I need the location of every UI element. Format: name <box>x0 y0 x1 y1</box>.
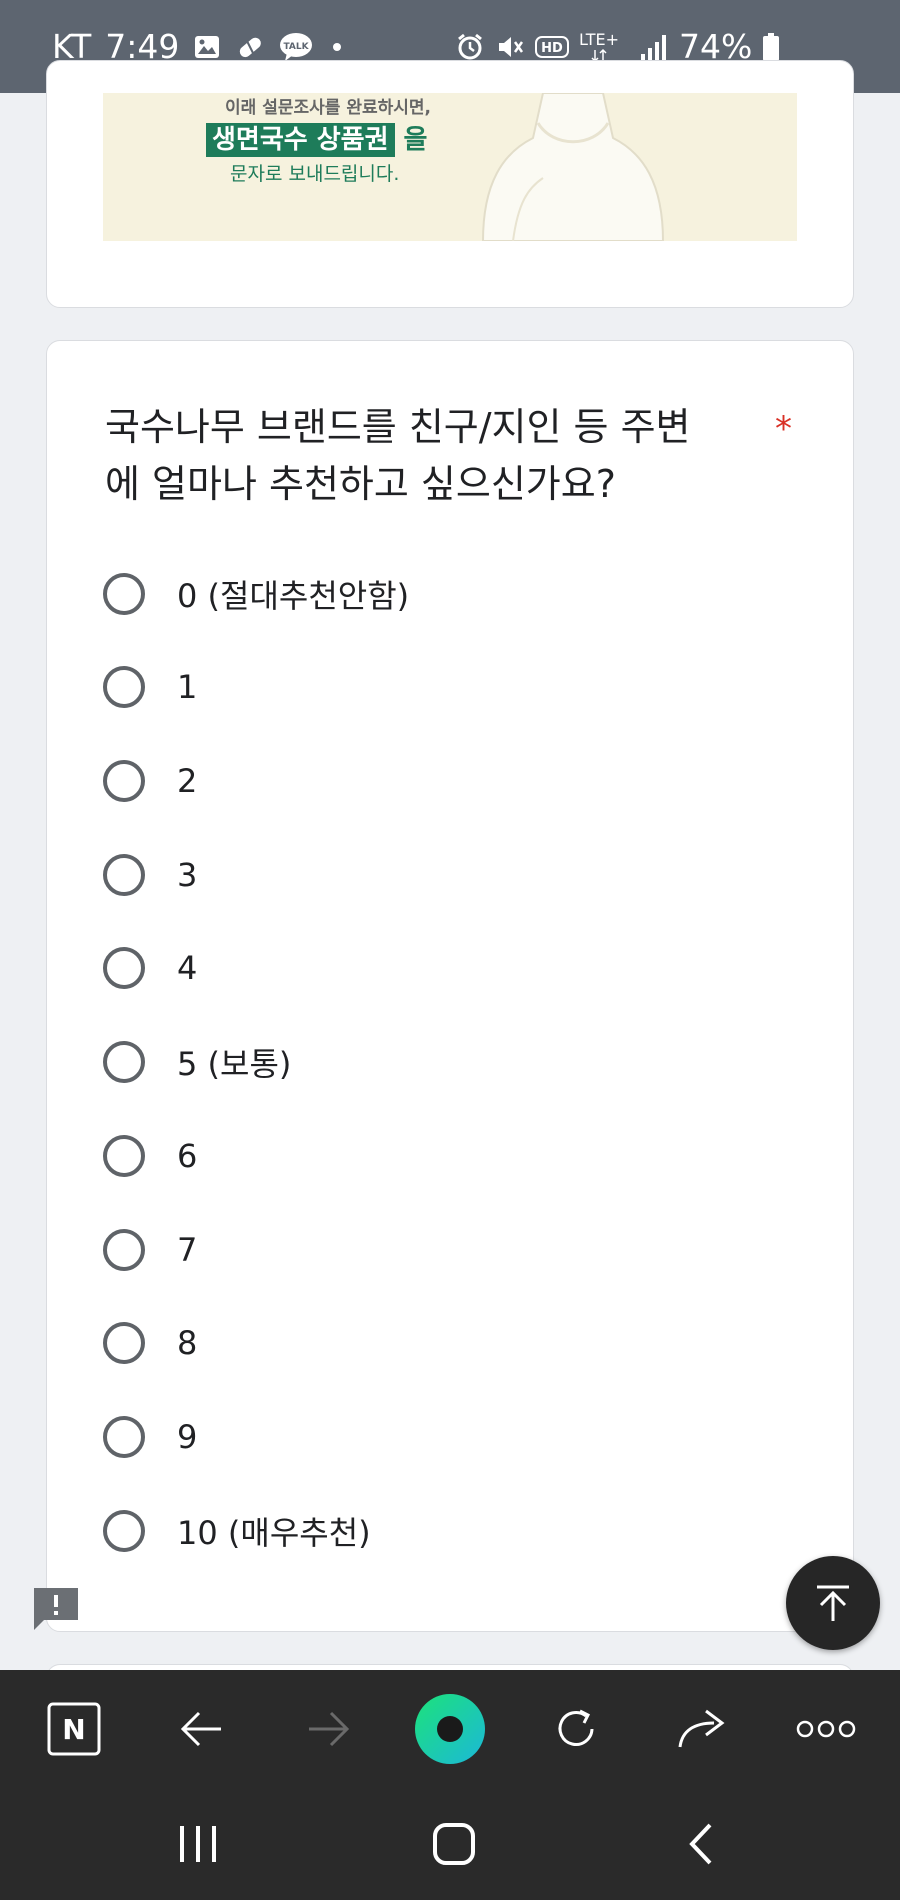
option-label: 3 <box>177 856 198 894</box>
back-nav-button[interactable] <box>668 1788 732 1900</box>
lte-icon: LTE+ <box>579 30 629 64</box>
person-figure <box>481 93 665 241</box>
naver-home-icon: N <box>47 1702 101 1756</box>
kakaotalk-label: TALK <box>284 42 310 52</box>
hd-label: HD <box>541 41 563 56</box>
report-feedback-icon[interactable] <box>32 1584 80 1632</box>
home-button[interactable] <box>422 1788 486 1900</box>
radio-option[interactable]: 4 <box>103 938 743 998</box>
scroll-to-top-button[interactable] <box>786 1556 880 1650</box>
radio-option[interactable]: 8 <box>103 1313 743 1373</box>
gallery-icon <box>193 33 221 61</box>
home-icon <box>433 1823 475 1865</box>
back-button[interactable] <box>170 1670 234 1788</box>
option-label: 1 <box>177 668 198 706</box>
radio-button[interactable] <box>103 947 145 989</box>
back-icon <box>689 1823 712 1865</box>
radio-option[interactable]: 10 (매우추천) <box>103 1501 743 1561</box>
green-dot-button[interactable] <box>412 1670 488 1788</box>
option-label: 2 <box>177 762 198 800</box>
question-title: 국수나무 브랜드를 친구/지인 등 주변에 얼마나 추천하고 싶으신가요? <box>105 405 691 506</box>
mute-icon <box>495 32 525 62</box>
naver-home-button[interactable]: N <box>42 1670 106 1788</box>
android-nav-bar <box>0 1788 900 1900</box>
radio-option[interactable]: 7 <box>103 1220 743 1280</box>
back-arrow-icon <box>180 1711 221 1747</box>
signal-icon <box>639 32 669 62</box>
radio-option[interactable]: 9 <box>103 1407 743 1467</box>
banner-highlight: 생면국수 상품권 <box>206 123 395 157</box>
browser-toolbar: N <box>0 1670 900 1788</box>
banner-line3: 문자로 보내드립니다. <box>230 163 400 185</box>
forward-arrow-icon <box>309 1711 350 1747</box>
radio-button[interactable] <box>103 1322 145 1364</box>
radio-button[interactable] <box>103 1510 145 1552</box>
option-label: 4 <box>177 949 198 987</box>
radio-option[interactable]: 2 <box>103 751 743 811</box>
radio-option[interactable]: 1 <box>103 657 743 717</box>
question-card: 국수나무 브랜드를 친구/지인 등 주변에 얼마나 추천하고 싶으신가요? * … <box>46 340 854 1632</box>
option-label: 0 (절대추천안함) <box>177 577 410 615</box>
radio-option[interactable]: 6 <box>103 1126 743 1186</box>
promo-banner-image: 이래 설문조사를 완료하시면, 생면국수 상품권 을 문자로 보내드립니다. <box>103 93 797 241</box>
hd-icon: HD <box>535 34 569 60</box>
radio-button[interactable] <box>103 1135 145 1177</box>
option-label: 9 <box>177 1418 198 1456</box>
radio-button[interactable] <box>103 573 145 615</box>
radio-option[interactable]: 5 (보통) <box>103 1032 743 1092</box>
more-button[interactable] <box>790 1670 862 1788</box>
radio-option[interactable]: 3 <box>103 845 743 905</box>
option-label: 8 <box>177 1324 198 1362</box>
share-icon <box>678 1709 725 1748</box>
radio-button[interactable] <box>103 1041 145 1083</box>
radio-button[interactable] <box>103 666 145 708</box>
option-label: 7 <box>177 1231 198 1269</box>
kakaotalk-icon: TALK <box>279 32 313 62</box>
dot-icon <box>327 37 347 57</box>
arrow-up-icon <box>817 1585 849 1621</box>
pill-icon <box>235 32 265 62</box>
lte-label: LTE+ <box>579 30 619 49</box>
option-label: 6 <box>177 1137 198 1175</box>
naver-home-label: N <box>62 1713 85 1746</box>
banner-line2-suffix: 을 <box>394 125 428 155</box>
green-dot-icon <box>415 1694 485 1764</box>
recent-apps-icon <box>180 1826 216 1862</box>
required-asterisk: * <box>775 409 792 449</box>
more-icon <box>796 1720 856 1738</box>
radio-option[interactable]: 0 (절대추천안함) <box>103 564 743 624</box>
recent-apps-button[interactable] <box>166 1788 230 1900</box>
alarm-icon <box>455 32 485 62</box>
forward-button[interactable] <box>296 1670 360 1788</box>
refresh-icon <box>558 1709 594 1746</box>
battery-icon <box>762 32 780 62</box>
radio-button[interactable] <box>103 1416 145 1458</box>
option-label: 5 (보통) <box>177 1045 292 1083</box>
radio-button[interactable] <box>103 760 145 802</box>
option-label: 10 (매우추천) <box>177 1514 371 1552</box>
refresh-button[interactable] <box>544 1670 608 1788</box>
radio-button[interactable] <box>103 854 145 896</box>
banner-line1: 이래 설문조사를 완료하시면, <box>225 98 431 118</box>
share-button[interactable] <box>670 1670 734 1788</box>
radio-button[interactable] <box>103 1229 145 1271</box>
